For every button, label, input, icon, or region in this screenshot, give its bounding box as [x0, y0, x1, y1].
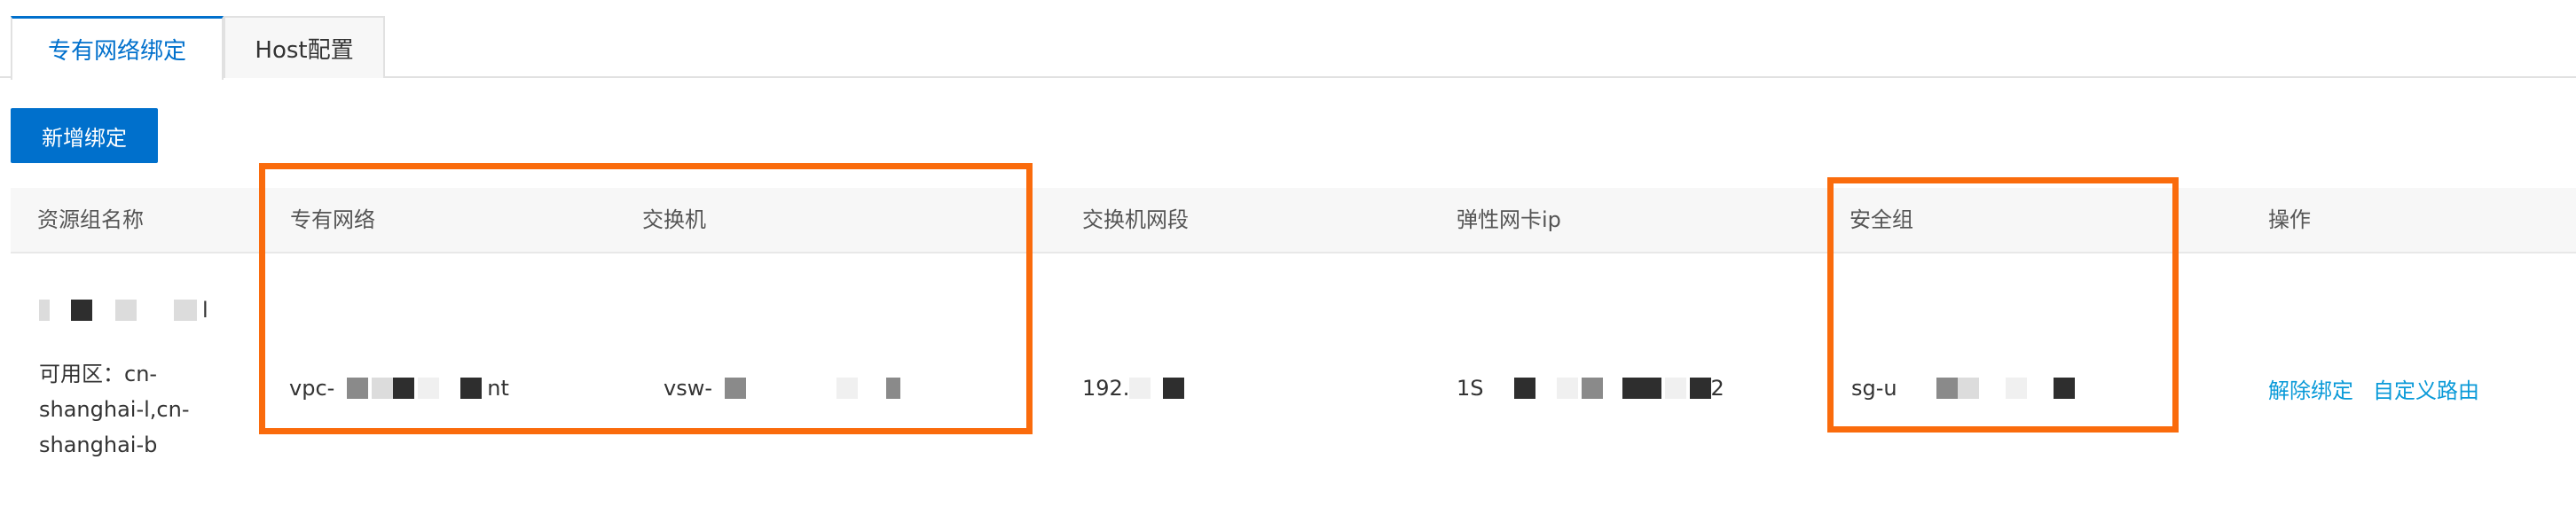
tab-host-config[interactable]: Host配置 — [224, 16, 385, 78]
security-group-prefix: sg-u — [1851, 376, 1897, 401]
vpc-id-suffix: nt — [487, 376, 509, 401]
redaction-block — [39, 300, 50, 321]
redaction-block — [1957, 378, 1979, 399]
vpc-id-prefix: vpc- — [289, 376, 335, 401]
eni-ip: 1S 2 — [1457, 370, 1724, 406]
row-actions: 解除绑定 自定义路由 — [2268, 370, 2479, 406]
redaction-block — [460, 378, 483, 399]
custom-route-link[interactable]: 自定义路由 — [2373, 373, 2479, 404]
vswitch-cidr-prefix: 192. — [1082, 376, 1130, 401]
redaction-block — [1581, 378, 1603, 399]
security-group-id: sg-u — [1851, 370, 2075, 406]
tab-bar: 专有网络绑定 Host配置 — [0, 0, 2576, 80]
unbind-link[interactable]: 解除绑定 — [2268, 373, 2353, 404]
redaction-block — [1936, 378, 1958, 399]
column-header-vswitch: 交换机 — [642, 207, 706, 232]
vswitch-cidr: 192. — [1082, 370, 1185, 406]
zone-line: 可用区：cn- — [39, 362, 158, 386]
zone-info: 可用区：cn- shanghai-l,cn- shanghai-b — [39, 356, 189, 463]
resource-group-name: l — [37, 292, 208, 328]
redaction-block — [347, 378, 369, 399]
redaction-block — [372, 378, 394, 399]
redaction-block — [1622, 378, 1661, 399]
eni-ip-suffix: 2 — [1710, 376, 1724, 401]
vswitch-id: vsw- — [664, 370, 900, 406]
resource-group-name-suffix: l — [202, 298, 208, 323]
resource-group-name-value: l — [37, 292, 208, 328]
add-binding-button[interactable]: 新增绑定 — [11, 108, 158, 163]
redaction-block — [71, 300, 92, 321]
column-header-resource-group: 资源组名称 — [37, 207, 144, 232]
redaction-block — [174, 300, 197, 321]
table-header: 资源组名称 专有网络 交换机 交换机网段 弹性网卡ip 安全组 操作 — [11, 188, 2576, 253]
redaction-block — [725, 378, 746, 399]
redaction-block — [115, 300, 137, 321]
redaction-block — [2053, 378, 2075, 399]
redaction-block — [1513, 378, 1535, 399]
tab-bar-divider — [0, 76, 2576, 78]
redaction-block — [2005, 378, 2027, 399]
column-header-eni-ip: 弹性网卡ip — [1457, 207, 1561, 232]
column-header-security-group: 安全组 — [1850, 207, 1913, 232]
zone-line: shanghai-b — [39, 433, 158, 457]
column-header-vswitch-cidr: 交换机网段 — [1082, 207, 1189, 232]
vswitch-id-prefix: vsw- — [664, 376, 712, 401]
redaction-block — [886, 378, 900, 399]
tab-vpc-binding[interactable]: 专有网络绑定 — [11, 16, 224, 80]
column-header-vpc: 专有网络 — [290, 207, 375, 232]
redaction-block — [418, 378, 440, 399]
redaction-block — [1556, 378, 1578, 399]
zone-line: shanghai-l,cn- — [39, 397, 190, 422]
redaction-block — [1664, 378, 1686, 399]
column-header-actions: 操作 — [2268, 207, 2311, 232]
redaction-block — [1163, 378, 1185, 399]
eni-ip-prefix: 1S — [1457, 376, 1484, 401]
vpc-id: vpc- nt — [289, 370, 509, 406]
redaction-block — [1689, 378, 1711, 399]
redaction-block — [393, 378, 415, 399]
redaction-block — [1129, 378, 1151, 399]
redaction-block — [836, 378, 858, 399]
